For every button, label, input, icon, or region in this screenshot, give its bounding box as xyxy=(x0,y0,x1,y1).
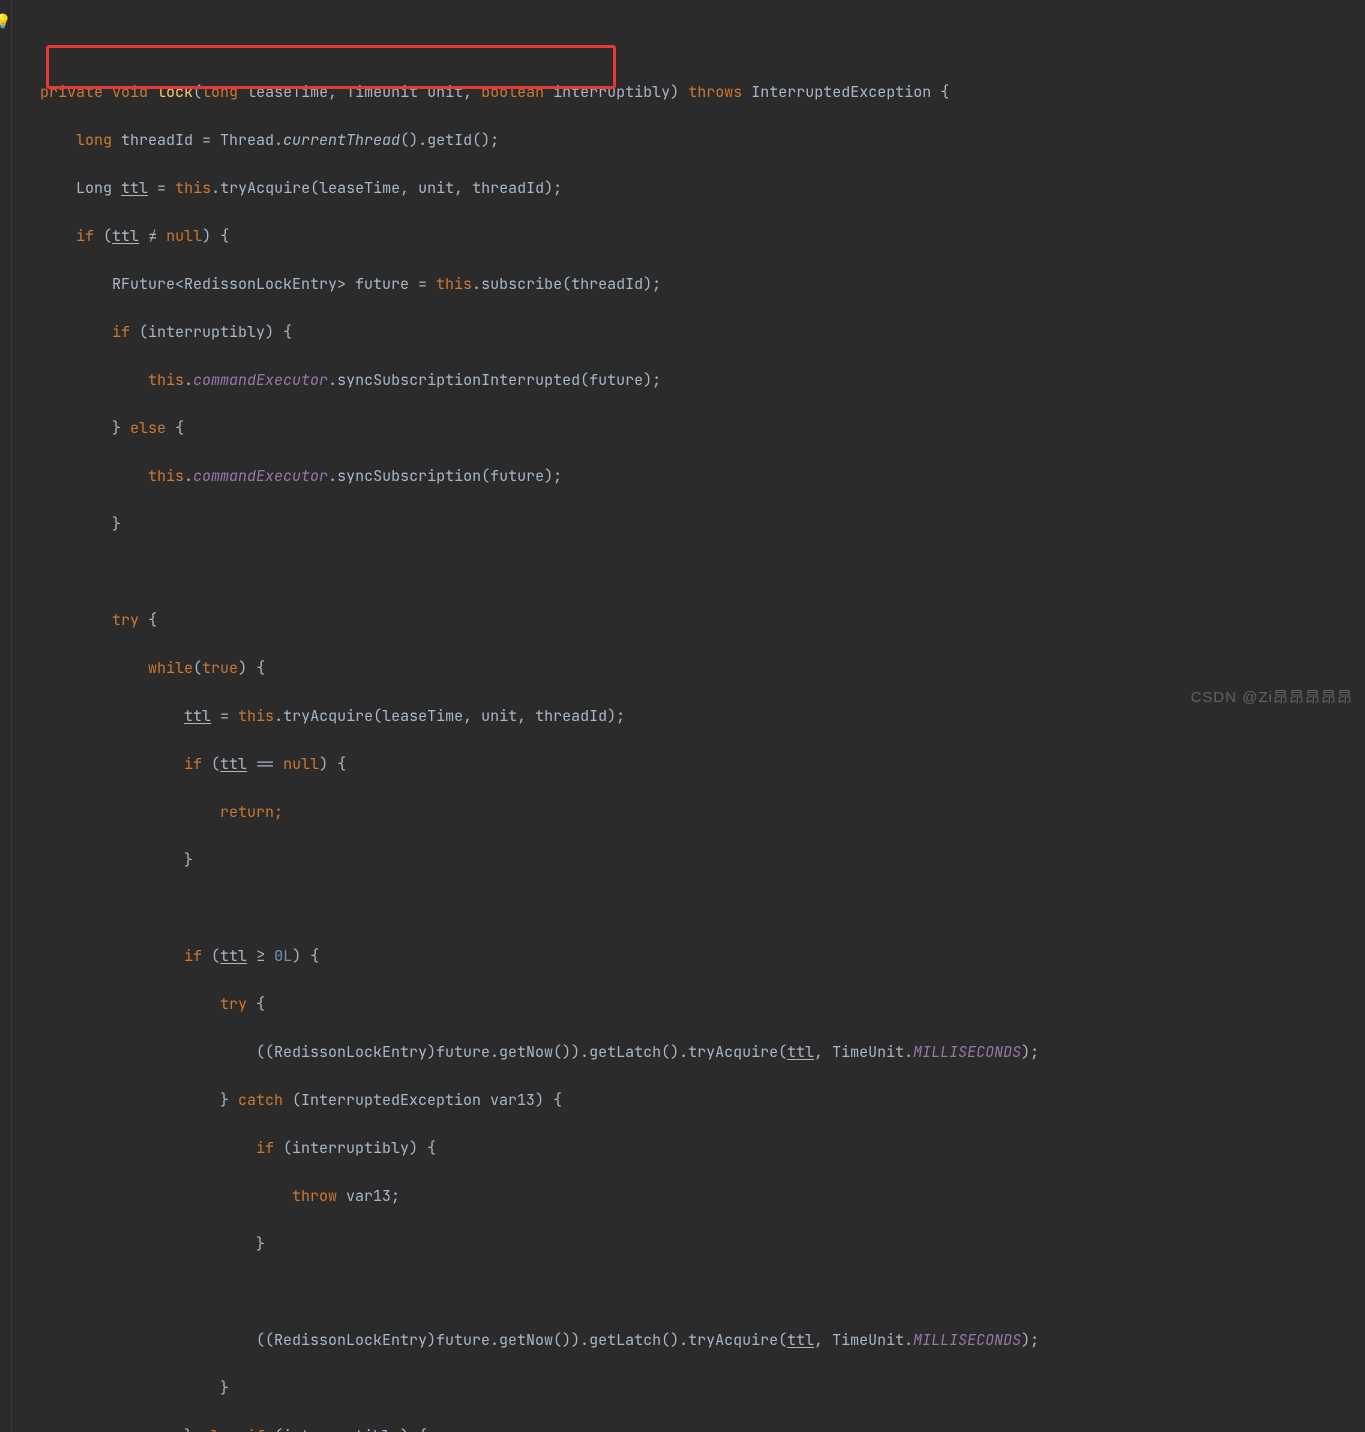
code-line[interactable]: Long ttl = this.tryAcquire(leaseTime, un… xyxy=(40,176,1365,200)
gutter xyxy=(0,0,12,1432)
code-line[interactable] xyxy=(40,896,1365,920)
code-line[interactable]: if (interruptibly) { xyxy=(40,320,1365,344)
code-line[interactable]: private void lock(long leaseTime, TimeUn… xyxy=(40,80,1365,104)
code-line[interactable]: try { xyxy=(40,608,1365,632)
code-line[interactable]: } xyxy=(40,512,1365,536)
code-line[interactable]: RFuture<RedissonLockEntry> future = this… xyxy=(40,272,1365,296)
code-line[interactable]: ttl = this.tryAcquire(leaseTime, unit, t… xyxy=(40,704,1365,728)
code-line[interactable] xyxy=(40,1280,1365,1304)
watermark: CSDN @Zi昂昂昂昂昂 xyxy=(1191,686,1353,710)
code-line[interactable]: } else { xyxy=(40,416,1365,440)
code-editor[interactable]: 💡 private void lock(long leaseTime, Time… xyxy=(0,0,1365,1432)
code-line[interactable]: if (interruptibly) { xyxy=(40,1136,1365,1160)
code-line[interactable]: long threadId = Thread.currentThread().g… xyxy=(40,128,1365,152)
code-line[interactable]: } xyxy=(40,1232,1365,1256)
code-line[interactable]: } catch (InterruptedException var13) { xyxy=(40,1088,1365,1112)
code-line[interactable]: ((RedissonLockEntry)future.getNow()).get… xyxy=(40,1040,1365,1064)
code-line[interactable]: throw var13; xyxy=(40,1184,1365,1208)
code-line[interactable]: this.commandExecutor.syncSubscription(fu… xyxy=(40,464,1365,488)
code-line[interactable]: return; xyxy=(40,800,1365,824)
code-line[interactable]: try { xyxy=(40,992,1365,1016)
code-line[interactable]: } else if (interruptibly) { xyxy=(40,1424,1365,1432)
code-line[interactable]: } xyxy=(40,848,1365,872)
code-line[interactable]: if (ttl == null) { xyxy=(40,752,1365,776)
code-line[interactable]: this.commandExecutor.syncSubscriptionInt… xyxy=(40,368,1365,392)
code-line[interactable]: if (ttl ≥ 0L) { xyxy=(40,944,1365,968)
code-line[interactable]: } xyxy=(40,1376,1365,1400)
intention-bulb-icon[interactable]: 💡 xyxy=(0,10,11,34)
code-line[interactable] xyxy=(40,560,1365,584)
code-line[interactable]: while(true) { xyxy=(40,656,1365,680)
code-line[interactable]: if (ttl ≠ null) { xyxy=(40,224,1365,248)
code-area[interactable]: 💡 private void lock(long leaseTime, Time… xyxy=(12,0,1365,1432)
code-line[interactable]: ((RedissonLockEntry)future.getNow()).get… xyxy=(40,1328,1365,1352)
